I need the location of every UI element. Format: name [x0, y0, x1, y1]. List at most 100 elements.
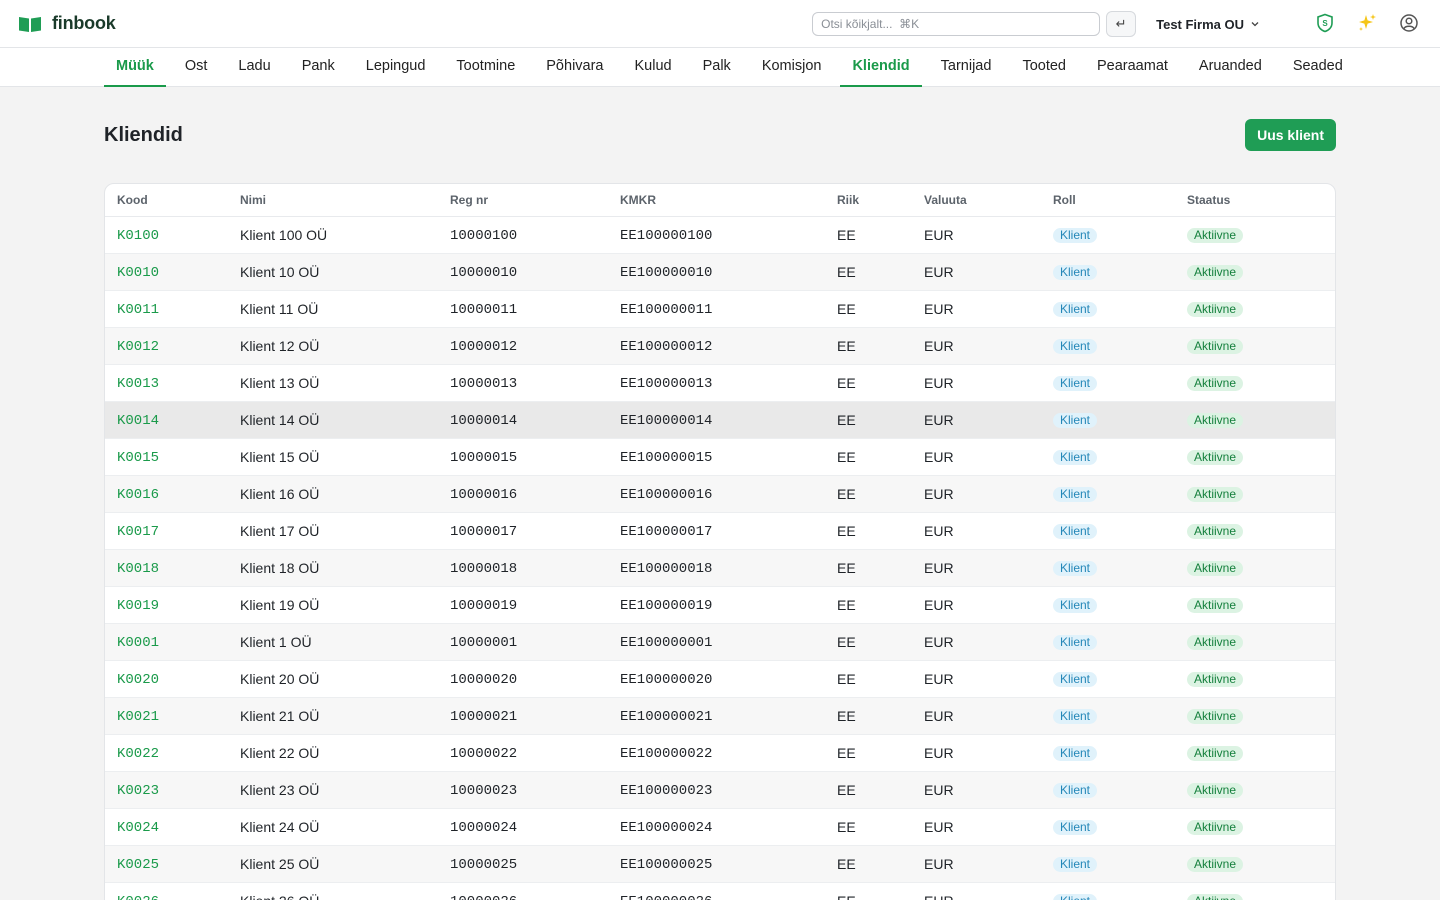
table-cell: 10000011 — [438, 290, 608, 328]
currency-code: EUR — [924, 707, 954, 724]
role-badge: Klient — [1053, 672, 1098, 687]
client-code-link[interactable]: K0013 — [117, 376, 159, 392]
country-code: EE — [837, 855, 856, 872]
client-code-link[interactable]: K0024 — [117, 820, 159, 836]
status-badge: Aktiivne — [1187, 265, 1244, 280]
role-badge: Klient — [1053, 487, 1098, 502]
tab-komisjon[interactable]: Komisjon — [750, 48, 834, 86]
tab-aruanded[interactable]: Aruanded — [1187, 48, 1274, 86]
client-code-link[interactable]: K0016 — [117, 487, 159, 503]
table-row[interactable]: K0022 Klient 22 OÜ 10000022 EE100000022 EE EU… — [105, 734, 1335, 772]
table-row[interactable]: K0025 Klient 25 OÜ 10000025 EE100000025 EE EU… — [105, 845, 1335, 883]
client-code-link[interactable]: K0014 — [117, 413, 159, 429]
column-header[interactable]: KMKR — [608, 184, 825, 217]
account-button[interactable] — [1398, 13, 1420, 35]
client-code-link[interactable]: K0100 — [117, 228, 159, 244]
client-code-link[interactable]: K0020 — [117, 672, 159, 688]
table-cell: K0010 — [105, 253, 228, 291]
table-cell: EUR — [912, 401, 1041, 439]
tab-müük[interactable]: Müük — [104, 48, 166, 87]
ai-assistant-button[interactable] — [1356, 13, 1378, 35]
table-row[interactable]: K0019 Klient 19 OÜ 10000019 EE100000019 EE EU… — [105, 586, 1335, 624]
currency-code: EUR — [924, 596, 954, 613]
table-cell: Klient 19 OÜ — [228, 586, 438, 624]
table-row[interactable]: K0100 Klient 100 OÜ 10000100 EE100000100 EE E… — [105, 216, 1335, 254]
column-header[interactable]: Valuuta — [912, 184, 1041, 217]
table-row[interactable]: K0011 Klient 11 OÜ 10000011 EE100000011 EE EU… — [105, 290, 1335, 328]
client-code-link[interactable]: K0019 — [117, 598, 159, 614]
table-row[interactable]: K0020 Klient 20 OÜ 10000020 EE100000020 EE EU… — [105, 660, 1335, 698]
tab-põhivara[interactable]: Põhivara — [534, 48, 615, 86]
reg-number: 10000011 — [450, 301, 518, 318]
column-header[interactable]: Riik — [825, 184, 912, 217]
tab-seaded[interactable]: Seaded — [1281, 48, 1355, 86]
client-code-link[interactable]: K0021 — [117, 709, 159, 725]
tab-ost[interactable]: Ost — [173, 48, 220, 86]
currency-code: EUR — [924, 300, 954, 317]
table-row[interactable]: K0017 Klient 17 OÜ 10000017 EE100000017 EE EU… — [105, 512, 1335, 550]
table-row[interactable]: K0018 Klient 18 OÜ 10000018 EE100000018 EE EU… — [105, 549, 1335, 587]
table-cell: EUR — [912, 364, 1041, 402]
table-cell: Aktiivne — [1175, 660, 1335, 698]
tab-lepingud[interactable]: Lepingud — [354, 48, 438, 86]
tab-pearaamat[interactable]: Pearaamat — [1085, 48, 1180, 86]
table-cell: Klient — [1041, 845, 1175, 883]
table-row[interactable]: K0014 Klient 14 OÜ 10000014 EE100000014 EE EU… — [105, 401, 1335, 439]
search-submit-button[interactable]: ↵ — [1106, 11, 1137, 37]
column-header[interactable]: Staatus — [1175, 184, 1335, 217]
column-header[interactable]: Roll — [1041, 184, 1175, 217]
tab-tooted[interactable]: Tooted — [1010, 48, 1078, 86]
client-code-link[interactable]: K0025 — [117, 857, 159, 873]
table-row[interactable]: K0015 Klient 15 OÜ 10000015 EE100000015 EE EU… — [105, 438, 1335, 476]
client-code-link[interactable]: K0022 — [117, 746, 159, 762]
table-row[interactable]: K0001 Klient 1 OÜ 10000001 EE100000001 EE EUR… — [105, 623, 1335, 661]
role-badge: Klient — [1053, 746, 1098, 761]
table-cell: EE — [825, 697, 912, 735]
client-code-link[interactable]: K0012 — [117, 339, 159, 355]
table-cell: Klient — [1041, 364, 1175, 402]
table-row[interactable]: K0010 Klient 10 OÜ 10000010 EE100000010 EE EU… — [105, 253, 1335, 291]
column-header[interactable]: Kood — [105, 184, 228, 217]
tab-ladu[interactable]: Ladu — [226, 48, 282, 86]
table-cell: 10000017 — [438, 512, 608, 550]
brand[interactable]: finbook — [18, 13, 116, 34]
client-code-link[interactable]: K0011 — [117, 302, 159, 318]
table-row[interactable]: K0012 Klient 12 OÜ 10000012 EE100000012 EE EU… — [105, 327, 1335, 365]
client-code-link[interactable]: K0018 — [117, 561, 159, 577]
tab-kliendid[interactable]: Kliendid — [840, 48, 922, 87]
table-row[interactable]: K0013 Klient 13 OÜ 10000013 EE100000013 EE EU… — [105, 364, 1335, 402]
tab-tootmine[interactable]: Tootmine — [444, 48, 527, 86]
client-code-link[interactable]: K0015 — [117, 450, 159, 466]
table-cell: Klient 13 OÜ — [228, 364, 438, 402]
column-header[interactable]: Nimi — [228, 184, 438, 217]
global-search-input[interactable] — [812, 12, 1101, 36]
table-row[interactable]: K0023 Klient 23 OÜ 10000023 EE100000023 EE EU… — [105, 771, 1335, 809]
client-name: Klient 26 OÜ — [240, 893, 319, 900]
tab-palk[interactable]: Palk — [691, 48, 743, 86]
tab-pank[interactable]: Pank — [290, 48, 347, 86]
tab-kulud[interactable]: Kulud — [623, 48, 684, 86]
client-code-link[interactable]: K0017 — [117, 524, 159, 540]
currency-code: EUR — [924, 855, 954, 872]
country-code: EE — [837, 781, 856, 798]
tab-tarnijad[interactable]: Tarnijad — [929, 48, 1004, 86]
table-cell: Klient — [1041, 808, 1175, 846]
client-code-link[interactable]: K0001 — [117, 635, 159, 651]
table-row[interactable]: K0021 Klient 21 OÜ 10000021 EE100000021 EE EU… — [105, 697, 1335, 735]
currency-code: EUR — [924, 893, 954, 900]
client-code-link[interactable]: K0026 — [117, 894, 159, 900]
currency-code: EUR — [924, 633, 954, 650]
client-code-link[interactable]: K0010 — [117, 265, 159, 281]
role-badge: Klient — [1053, 561, 1098, 576]
new-client-button[interactable]: Uus klient — [1245, 119, 1336, 151]
table-row[interactable]: K0026 Klient 26 OÜ 10000026 EE100000026 EE EU… — [105, 882, 1335, 900]
company-selector[interactable]: Test Firma OU — [1156, 17, 1260, 32]
table-cell: Klient 10 OÜ — [228, 253, 438, 291]
client-code-link[interactable]: K0023 — [117, 783, 159, 799]
role-badge: Klient — [1053, 820, 1098, 835]
column-header[interactable]: Reg nr — [438, 184, 608, 217]
table-row[interactable]: K0016 Klient 16 OÜ 10000016 EE100000016 EE EU… — [105, 475, 1335, 513]
reg-number: 10000010 — [450, 264, 518, 281]
shield-button[interactable]: S — [1314, 13, 1336, 35]
table-row[interactable]: K0024 Klient 24 OÜ 10000024 EE100000024 EE EU… — [105, 808, 1335, 846]
